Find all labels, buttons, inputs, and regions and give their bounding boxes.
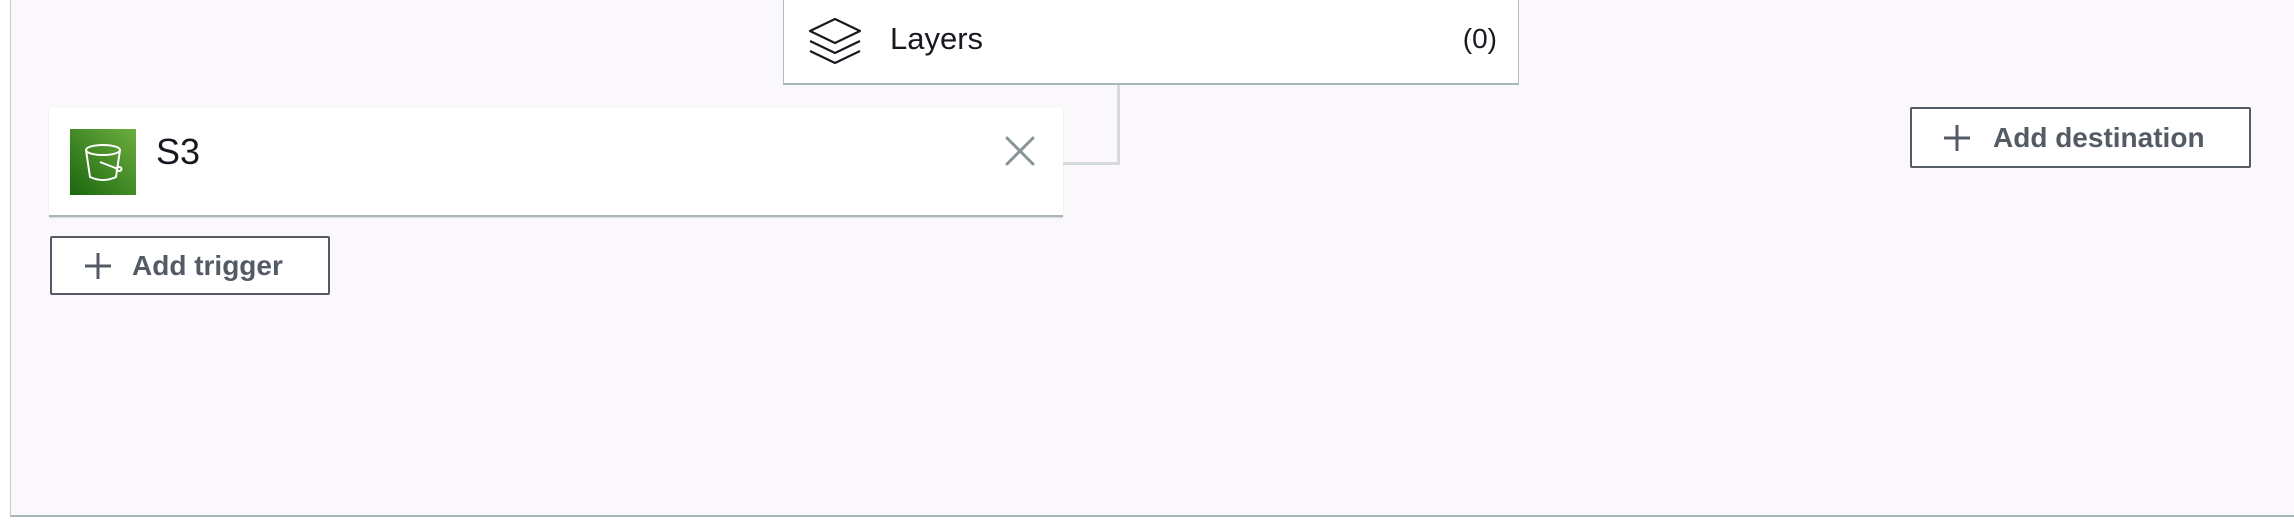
add-trigger-label: Add trigger [132,249,283,281]
layers-label: Layers [890,21,984,56]
plus-icon [83,251,113,281]
add-destination-button[interactable]: Add destination [1910,107,2251,168]
connector-line-horizontal [1063,162,1120,165]
trigger-card-s3[interactable]: S3 [49,108,1063,217]
layers-icon [806,17,864,69]
connector-line-vertical [1117,85,1120,165]
layers-card[interactable]: Layers (0) [783,0,1519,85]
s3-bucket-icon [70,129,136,195]
trigger-service-label: S3 [156,131,201,172]
layers-count: (0) [1462,23,1497,54]
add-destination-label: Add destination [1993,121,2205,153]
add-trigger-button[interactable]: Add trigger [50,236,330,295]
plus-icon [1942,123,1972,153]
close-icon[interactable] [1003,134,1037,168]
